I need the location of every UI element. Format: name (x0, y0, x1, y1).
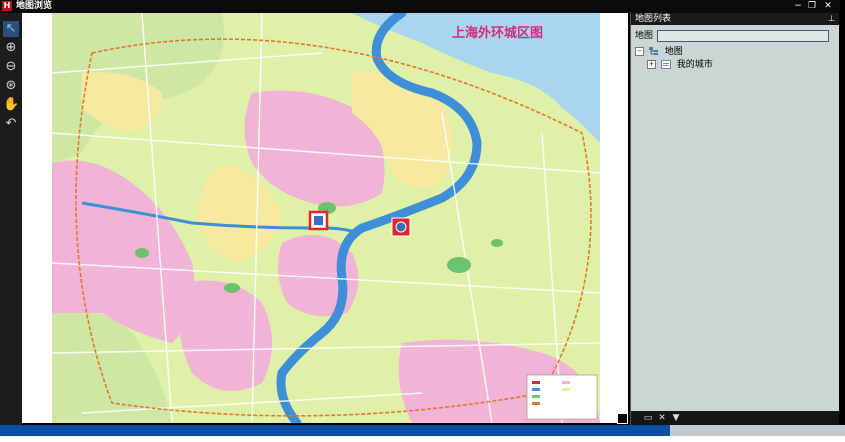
park-4 (135, 248, 149, 258)
map-filter-row: 地图 (635, 30, 835, 42)
filter-icon[interactable]: ▼ (671, 413, 681, 423)
folder-icon[interactable]: ▭ (643, 413, 653, 423)
map-filter-label: 地图 (635, 31, 654, 41)
app-window: H 地图浏览 − ❐ ✕ ↖ ⊕ ⊖ ⊛ ✋ ↶ 上海外环城区图 地图列表 ⊥ … (0, 0, 845, 442)
park-5 (491, 239, 503, 247)
marker-city-center[interactable] (308, 210, 329, 231)
undo-back-icon[interactable]: ↶ (3, 116, 19, 132)
marker-pudong[interactable] (391, 217, 411, 237)
tree-node-my-city[interactable]: + 我的城市 (635, 59, 713, 72)
map-canvas[interactable]: 上海外环城区图 (22, 13, 628, 423)
overview-toggle[interactable] (617, 413, 628, 424)
panel-header: 地图列表 ⊥ (631, 13, 839, 25)
map-tree: − 地图 + 我的城市 (635, 46, 713, 72)
park-3 (224, 283, 240, 293)
delete-icon[interactable]: ✕ (657, 413, 667, 423)
window-title: 地图浏览 (16, 1, 53, 11)
title-bar: H 地图浏览 − ❐ ✕ (0, 0, 840, 13)
expand-icon[interactable]: + (647, 60, 656, 69)
park-1 (447, 257, 471, 273)
tree-node-root[interactable]: − 地图 (635, 46, 713, 59)
tree-root-label: 地图 (664, 47, 683, 57)
map-title: 上海外环城区图 (452, 25, 543, 41)
map-group-icon (648, 47, 658, 55)
tree-child-label: 我的城市 (676, 60, 713, 70)
select-arrow-icon[interactable]: ↖ (3, 21, 19, 37)
map-list-panel: 地图列表 ⊥ 地图 − 地图 + 我的城市 ▭ ✕ ▼ (630, 13, 839, 425)
pin-icon[interactable]: ⊥ (828, 13, 835, 25)
panel-title: 地图列表 (635, 14, 672, 24)
map-document-icon (660, 60, 671, 69)
map-view[interactable]: 上海外环城区图 (22, 13, 628, 423)
zoom-out-icon[interactable]: ⊖ (3, 59, 19, 75)
pan-hand-icon[interactable]: ✋ (3, 97, 19, 113)
map-toolbar: ↖ ⊕ ⊖ ⊛ ✋ ↶ (0, 13, 22, 425)
restore-button[interactable]: ❐ (806, 1, 818, 12)
panel-footer: ▭ ✕ ▼ (631, 411, 839, 425)
full-extent-icon[interactable]: ⊛ (3, 78, 19, 94)
status-progress-bar (0, 425, 670, 436)
close-button[interactable]: ✕ (822, 1, 834, 12)
collapse-icon[interactable]: − (635, 47, 644, 56)
minimize-button[interactable]: − (792, 1, 804, 12)
map-filter-input[interactable] (657, 30, 829, 42)
status-bar (0, 425, 845, 442)
app-logo-icon: H (2, 1, 12, 11)
zoom-in-icon[interactable]: ⊕ (3, 40, 19, 56)
status-right-area (670, 425, 845, 436)
